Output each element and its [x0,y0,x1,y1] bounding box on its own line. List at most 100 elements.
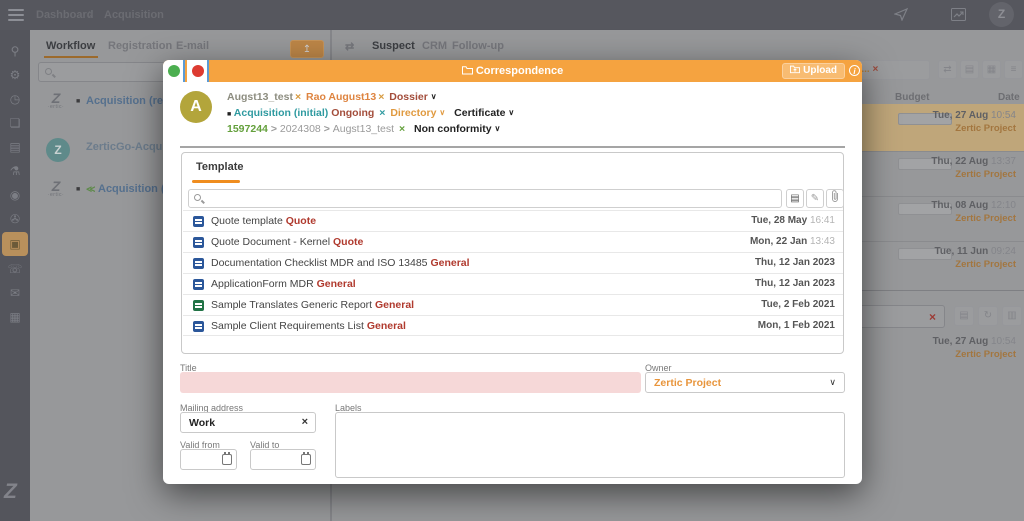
tab-registration[interactable]: Registration [108,40,172,52]
toolbar-filter-icon[interactable]: ≡ [1004,60,1023,79]
breadcrumb-dashboard[interactable]: Dashboard [36,9,93,21]
template-row[interactable]: Sample Client Requirements List General … [183,315,843,336]
remove-tag-icon[interactable]: × [397,123,407,135]
swap-columns-icon[interactable]: ⇄ [345,40,354,53]
upload-button[interactable]: Upload [782,63,845,79]
tab-crm[interactable]: CRM [422,40,447,52]
remove-tag-icon[interactable]: × [377,107,387,119]
toolbar-contact-icon[interactable]: ▤ [960,60,979,79]
chevron-down-icon[interactable]: ∨ [495,124,501,133]
row-date: Thu, 22 Aug [931,156,988,167]
send-icon[interactable] [894,7,908,26]
toolbar-grid-icon[interactable]: ▦ [982,60,1001,79]
breadcrumb-acquisition[interactable]: Acquisition [104,9,164,21]
tab-workflow-underline [44,56,98,58]
certificate-dropdown[interactable]: Certificate [454,107,505,119]
sidebar-item-calendar-icon[interactable]: ▦ [0,310,30,324]
word-file-icon [193,321,204,332]
divider [180,146,845,148]
tab-workflow[interactable]: Workflow [46,40,95,52]
remove-tag-icon[interactable]: × [293,91,303,103]
title-input[interactable] [180,372,641,393]
sidebar-item-workflow-icon[interactable]: ▣ [0,237,30,251]
clear-search-icon[interactable]: × [929,310,936,324]
template-row[interactable]: Sample Translates Generic Report General… [183,294,843,315]
hamburger-menu-icon[interactable] [8,9,24,24]
folder-icon [462,66,473,75]
sidebar-item-tools-icon[interactable]: ✇ [0,212,30,226]
template-row[interactable]: Documentation Checklist MDR and ISO 1348… [183,252,843,273]
toolbar-shuffle-icon[interactable]: ⇄ [938,60,957,79]
template-search-input[interactable] [188,189,782,208]
column-header-date[interactable]: Date [998,92,1020,103]
word-file-icon [193,237,204,248]
row-date: Thu, 08 Aug [931,200,988,211]
chevron-down-icon[interactable]: ∨ [439,108,445,117]
nonconformity-dropdown[interactable]: Non conformity [414,123,492,135]
owner-select[interactable]: Zertic Project ∨ [645,372,845,393]
chevron-down-icon[interactable]: ∨ [431,92,437,101]
sidebar-item-folder-icon[interactable]: ❏ [0,116,30,130]
sidebar-item-settings-icon[interactable]: ⚙ [0,68,30,82]
column-header-budget[interactable]: Budget [895,92,929,103]
analytics-chart-icon[interactable] [951,8,966,26]
correspondence-dialog: Correspondence Upload i A Augst13_test× … [163,60,862,484]
tab-suspect[interactable]: Suspect [372,40,415,52]
status-red-tab[interactable] [187,60,209,82]
tab-email[interactable]: E-mail [176,40,209,52]
row-time: 10:54 [991,110,1016,121]
remove-tag-icon[interactable]: × [376,91,386,103]
info-icon[interactable]: i [849,65,860,76]
sidebar-item-lab-icon[interactable]: ⚗ [0,164,30,178]
valid-to-input[interactable] [250,449,316,470]
upload-tray-icon: ↥ [303,44,311,55]
labels-textarea[interactable] [335,412,845,478]
sidebar-item-view-icon[interactable]: ◉ [0,188,30,202]
dossier-dropdown[interactable]: Dossier [389,91,428,103]
breadcrumb-sep: > [271,123,277,135]
import-button[interactable]: ↥ [290,40,324,58]
tab-followup[interactable]: Follow-up [452,40,504,52]
directory-dropdown[interactable]: Directory [390,107,436,119]
user-avatar[interactable]: Z [989,2,1014,27]
sidebar-item-plug-icon[interactable]: ⚲ [0,44,30,58]
calendar-icon[interactable] [222,454,232,465]
template-row[interactable]: ApplicationForm MDR General Thu, 12 Jan … [183,273,843,294]
document-icon[interactable]: ▤ [786,189,804,208]
sidebar-item-mail-icon[interactable]: ✉ [0,286,30,300]
breadcrumb-id[interactable]: 1597244 [227,123,268,135]
template-row[interactable]: Quote Document - Kernel Quote Mon, 22 Ja… [183,231,843,252]
breadcrumb-name[interactable]: Augst13_test [333,123,394,135]
clear-icon[interactable]: × [302,416,308,428]
search-icon [194,194,201,201]
row-owner: Zertic Project [896,123,1016,134]
mailing-address-input[interactable]: Work × [180,412,316,433]
pen-icon[interactable]: ✎ [806,189,824,208]
sidebar-item-mobile-icon[interactable]: ☏ [0,262,30,276]
archive-action-icon[interactable]: ▥ [1002,306,1022,326]
excel-file-icon [193,300,204,311]
tab-template[interactable]: Template [196,161,243,173]
calendar-icon[interactable] [301,454,311,465]
breadcrumb-sep: > [324,123,330,135]
zertic-mini-logo: Z·ertic· [43,92,69,110]
chevron-down-icon[interactable]: ∨ [508,108,514,117]
chip-close-icon[interactable]: × [872,64,878,75]
status-green-tab[interactable] [163,60,185,82]
doc-action-icon[interactable]: ▤ [954,306,974,326]
template-row[interactable]: Quote template Quote Tue, 28 May 16:41 [183,210,843,231]
paperclip-icon[interactable] [826,189,844,208]
row-time: 12:10 [991,200,1016,211]
green-dot-icon [168,65,180,77]
breadcrumb-id[interactable]: 2024308 [280,123,321,135]
template-name: Documentation Checklist MDR and ISO 1348… [211,257,428,269]
tag-status: Ongoing [331,107,374,119]
sidebar-item-history-icon[interactable]: ◷ [0,92,30,106]
refresh-action-icon[interactable]: ↻ [978,306,998,326]
template-panel: Template ▤ ✎ Quote template Quote Tue, 2… [181,152,844,354]
avatar: A [180,91,212,123]
valid-from-input[interactable] [180,449,237,470]
owner-value: Zertic Project [654,377,721,389]
row-owner: Zertic Project [896,169,1016,180]
sidebar-item-contacts-icon[interactable]: ▤ [0,140,30,154]
